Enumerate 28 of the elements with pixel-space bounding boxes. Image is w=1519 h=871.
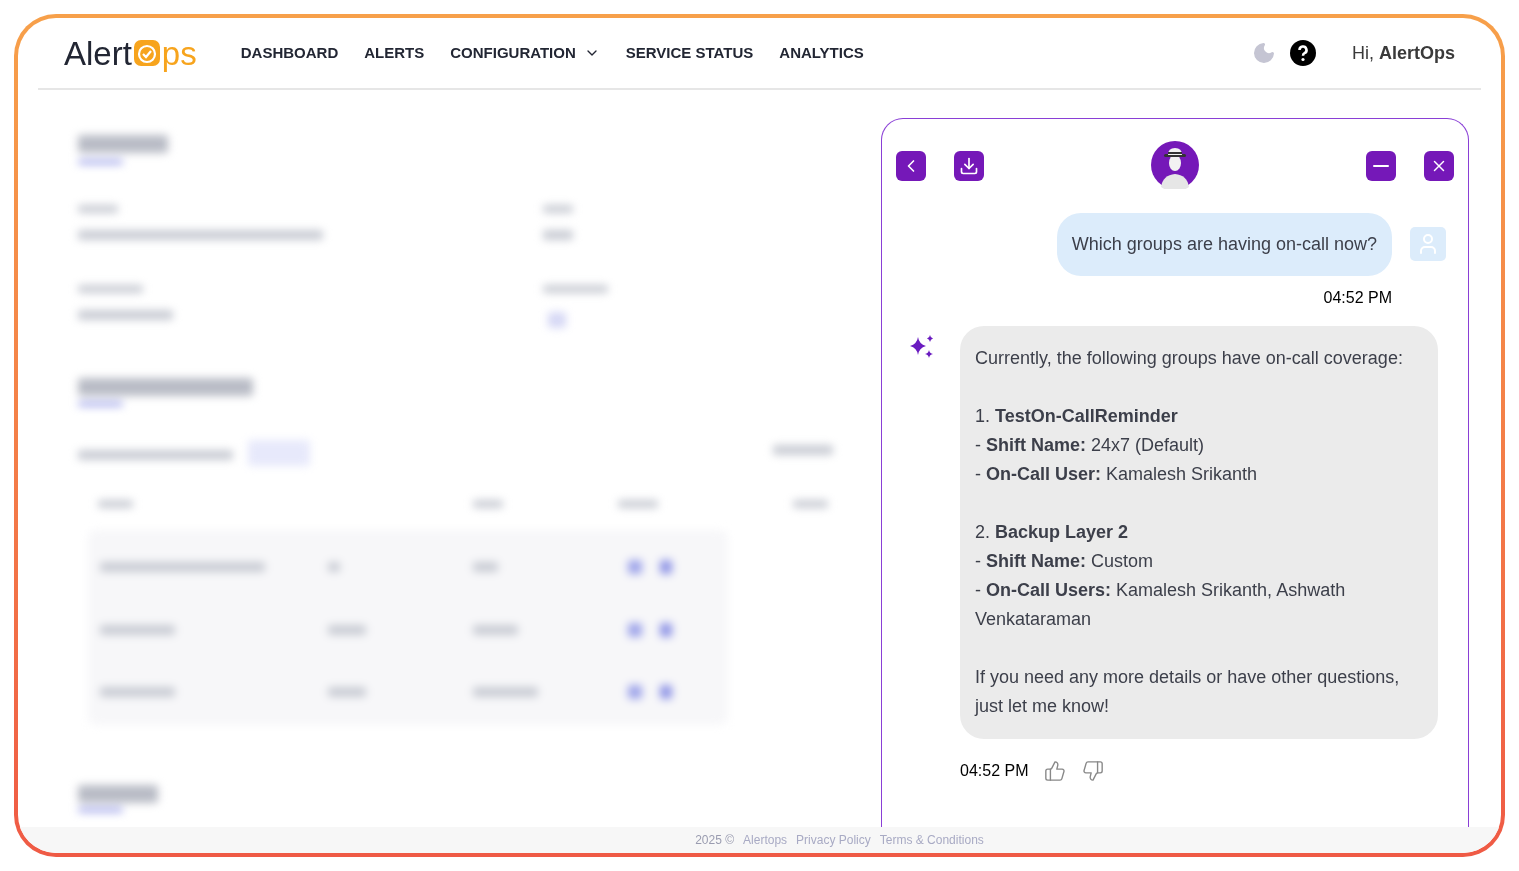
message-paragraph: 2. Backup Layer 2 - Shift Name: Custom - On-Call Users: Kamalesh Srikanth, Ashwath Venkataraman [975, 521, 1347, 631]
help-icon[interactable] [1289, 40, 1316, 66]
message-time: 04:52 PM [1323, 288, 1392, 308]
nav-link[interactable]: ANALYTICS [779, 41, 864, 65]
download-icon [959, 156, 979, 176]
greeting-text: Hi, [1351, 41, 1374, 65]
logo-text: Alert [64, 36, 132, 70]
message-paragraph: Currently, the following groups have on-call coverage: [975, 347, 1404, 370]
user-message-bubble: Which groups are having on-call now? [1056, 213, 1392, 276]
close-button[interactable] [1424, 151, 1454, 181]
minimize-button[interactable] [1366, 151, 1396, 181]
thumbs-down-icon[interactable] [1082, 760, 1105, 782]
nav-link[interactable]: SERVICE STATUS [625, 41, 754, 65]
nav-link[interactable]: DASHBOARD [240, 41, 339, 65]
nav-link[interactable]: CONFIGURATION [450, 41, 600, 65]
download-button[interactable] [954, 151, 984, 181]
message-time: 04:52 PM [960, 761, 1029, 781]
back-button[interactable] [896, 151, 926, 181]
logo-text: ps [161, 36, 197, 70]
message-paragraph: 1. TestOn-CallReminder - Shift Name: 24x7 (Default) - On-Call User: Kamalesh Srikanth [975, 405, 1259, 486]
user-name: AlertOps [1378, 41, 1455, 65]
thumbs-up-icon[interactable] [1044, 760, 1067, 782]
nav-link[interactable]: ALERTS [364, 41, 425, 65]
minus-icon [1373, 165, 1389, 167]
agent-avatar-icon [1151, 141, 1199, 189]
message-paragraph: If you need any more details or have other questions, just let me know! [975, 666, 1401, 718]
copyright-text: 2025 © [695, 832, 735, 849]
clock-logo-icon [132, 39, 161, 67]
